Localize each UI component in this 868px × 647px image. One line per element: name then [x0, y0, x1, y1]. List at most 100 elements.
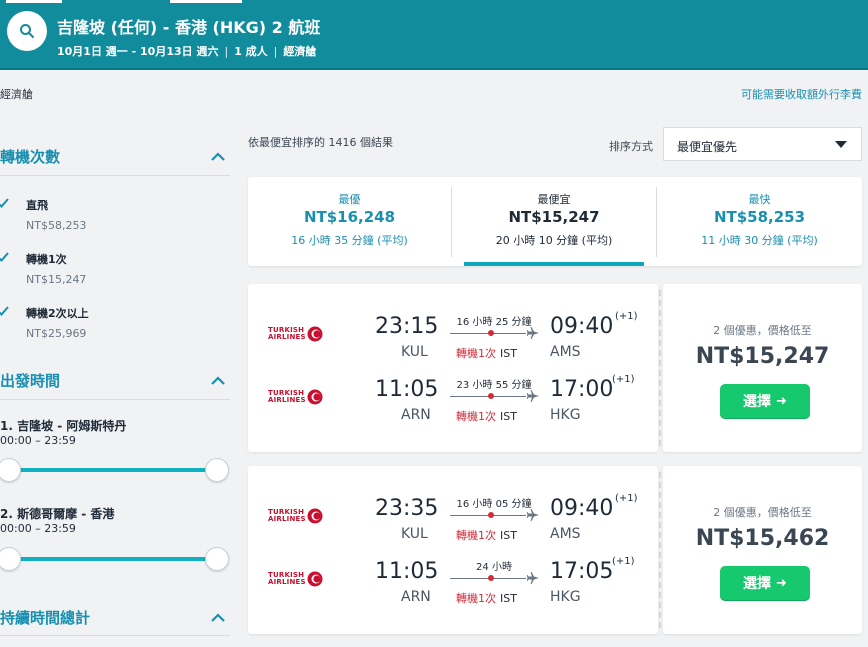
sort-value: 最便宜優先: [677, 140, 738, 154]
tab-cheapest[interactable]: 最便宜 NT$15,247 20 小時 10 分鐘 (平均): [452, 177, 656, 266]
tab-fastest[interactable]: 最快 NT$58,253 11 小時 30 分鐘 (平均): [657, 177, 862, 266]
chevron-up-icon[interactable]: [211, 613, 225, 623]
arrival-time: 09:40: [550, 314, 614, 339]
tab-best[interactable]: 最優 NT$16,248 16 小時 35 分鐘 (平均): [248, 177, 451, 266]
stop-dot: [488, 575, 494, 581]
arrival-airport: HKG: [550, 407, 581, 423]
sort-dropdown[interactable]: 最便宜優先: [663, 127, 862, 161]
select-button[interactable]: 選擇 ➜: [720, 566, 810, 600]
departure-airport: ARN: [401, 407, 431, 423]
arrival-airport: AMS: [550, 526, 581, 542]
arrival-airport: AMS: [550, 344, 581, 360]
slider-handle-start[interactable]: [0, 458, 21, 482]
stop-dot: [488, 330, 494, 336]
stops-filter-title[interactable]: 轉機次數: [0, 146, 60, 167]
departure-segment-title: 1. 吉隆坡 - 阿姆斯特丹: [0, 419, 127, 433]
select-button[interactable]: 選擇 ➜: [720, 384, 810, 418]
departure-time: 23:15: [375, 314, 439, 339]
price: NT$15,247: [695, 344, 830, 369]
arrow-right-icon: ➜: [776, 393, 787, 409]
arrival-airport: HKG: [550, 589, 581, 605]
result-card[interactable]: TURKISH AIRLINES 23:15 KUL 16 小時 25 分鐘 轉…: [248, 284, 862, 452]
departure-filter-title[interactable]: 出發時間: [0, 370, 60, 391]
card-divider: [659, 472, 661, 628]
price-panel: 2 個優惠，價格低至 NT$15,462 選擇 ➜: [663, 466, 862, 634]
turkish-airlines-logo: TURKISH AIRLINES: [268, 508, 324, 526]
day-offset: (+1): [612, 556, 635, 567]
tab-duration: 20 小時 10 分鐘 (平均): [495, 234, 613, 247]
stop-dot: [488, 512, 494, 518]
check-icon[interactable]: [0, 197, 9, 209]
search-button[interactable]: [7, 11, 47, 51]
divider: [0, 635, 230, 636]
divider: [0, 175, 230, 176]
caret-down-icon: [835, 141, 847, 148]
price-panel: 2 個優惠，價格低至 NT$15,247 選擇 ➜: [663, 284, 862, 452]
turkish-airlines-logo: TURKISH AIRLINES: [268, 326, 324, 344]
departure-segment-title: 2. 斯德哥爾摩 - 香港: [0, 507, 115, 521]
departure-segment-range: 00:00 – 23:59: [0, 434, 76, 447]
airline-name: TURKISH AIRLINES: [268, 508, 306, 523]
tab-label: 最快: [748, 193, 771, 206]
plane-icon: [526, 326, 540, 340]
day-offset: (+1): [615, 311, 638, 322]
check-icon[interactable]: [0, 251, 9, 263]
check-icon[interactable]: [0, 305, 9, 317]
tab-price: NT$15,247: [508, 208, 600, 226]
route-title[interactable]: 吉隆坡 (任何) - 香港 (HKG) 2 航班: [57, 14, 320, 38]
itinerary-panel[interactable]: TURKISH AIRLINES 23:35 KUL 16 小時 05 分鐘 轉…: [248, 466, 658, 634]
arrival-time: 17:00: [550, 377, 614, 402]
arrow-right-icon: ➜: [776, 575, 787, 591]
departure-airport: KUL: [401, 344, 428, 360]
passenger-count: 1 成人: [234, 45, 268, 58]
plane-icon: [526, 508, 540, 522]
stop-airport: IST: [500, 410, 517, 423]
tab-duration: 11 小時 30 分鐘 (平均): [701, 234, 818, 247]
travel-dates: 10月1日 週一 - 10月13日 週六: [57, 45, 219, 58]
stop-count: 轉機1次: [456, 529, 496, 542]
itinerary-panel[interactable]: TURKISH AIRLINES 23:15 KUL 16 小時 25 分鐘 轉…: [248, 284, 658, 452]
route-summary[interactable]: 10月1日 週一 - 10月13日 週六 | 1 成人 | 經濟艙: [57, 43, 316, 59]
baggage-fee-link[interactable]: 可能需要收取額外行李費: [741, 86, 862, 102]
slider-handle-end[interactable]: [205, 547, 229, 571]
airline-name: TURKISH AIRLINES: [268, 571, 306, 586]
stops-option-price: NT$15,247: [26, 273, 87, 286]
sort-label: 排序方式: [609, 140, 653, 153]
stops-option-label: 直飛: [26, 199, 48, 212]
stop-airport: IST: [500, 592, 517, 605]
day-offset: (+1): [612, 374, 635, 385]
cabin-class: 經濟艙: [283, 45, 317, 58]
deals-count: 2 個優惠，價格低至: [713, 506, 812, 519]
turkish-airlines-logo: TURKISH AIRLINES: [268, 389, 324, 407]
tab-price: NT$16,248: [303, 208, 396, 226]
tab-label: 最優: [338, 193, 361, 206]
stop-info: 轉機1次 IST: [456, 408, 536, 424]
chevron-up-icon[interactable]: [211, 376, 225, 386]
stop-info: 轉機1次 IST: [456, 527, 536, 543]
stop-count: 轉機1次: [456, 592, 496, 605]
sort-tabs: 最優 NT$16,248 16 小時 35 分鐘 (平均) 最便宜 NT$15,…: [248, 177, 862, 266]
departure-slider-track[interactable]: [8, 557, 218, 561]
departure-airport: KUL: [401, 526, 428, 542]
header-tab-indicator: [170, 0, 242, 3]
departure-airport: ARN: [401, 589, 431, 605]
airline-name: TURKISH AIRLINES: [268, 326, 306, 341]
stop-airport: IST: [500, 529, 517, 542]
slider-handle-start[interactable]: [0, 547, 21, 571]
chevron-up-icon[interactable]: [211, 152, 225, 162]
departure-slider-track[interactable]: [8, 468, 218, 472]
tab-label: 最便宜: [537, 193, 571, 206]
results-count: 依最便宜排序的 1416 個結果: [248, 136, 393, 149]
result-card[interactable]: TURKISH AIRLINES 23:35 KUL 16 小時 05 分鐘 轉…: [248, 466, 862, 634]
stop-dot: [488, 393, 494, 399]
duration-filter-title[interactable]: 持續時間總計: [0, 607, 90, 628]
slider-handle-end[interactable]: [205, 458, 229, 482]
departure-time: 11:05: [375, 559, 439, 584]
stop-airport: IST: [500, 347, 517, 360]
departure-time: 23:35: [375, 496, 439, 521]
select-label: 選擇: [743, 394, 772, 410]
price: NT$15,462: [695, 526, 830, 551]
flight-leg-outbound: TURKISH AIRLINES 23:35 KUL 16 小時 05 分鐘 轉…: [248, 490, 658, 552]
plane-icon: [526, 571, 540, 585]
stops-option-label: 轉機1次: [26, 253, 67, 266]
